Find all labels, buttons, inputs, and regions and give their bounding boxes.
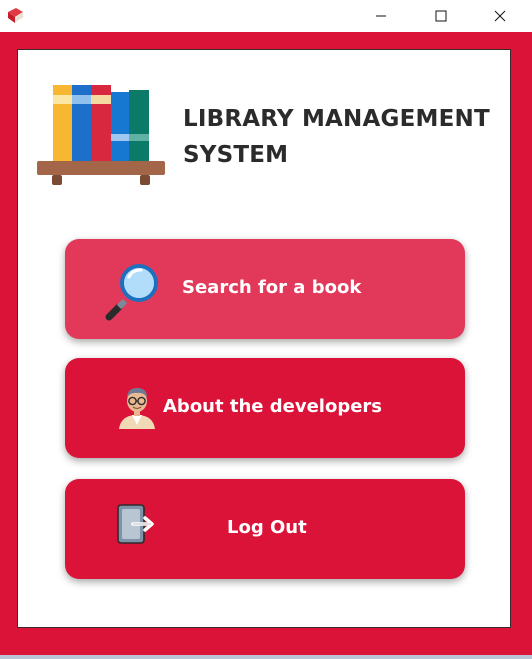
logout-button[interactable]: Log Out: [65, 479, 465, 579]
page-title: LIBRARY MANAGEMENT SYSTEM: [183, 101, 503, 173]
logout-icon: [117, 504, 154, 544]
magnifier-icon: [105, 264, 158, 321]
window-frame: LIBRARY MANAGEMENT SYSTEM Search for a b…: [0, 32, 532, 659]
about-developers-button[interactable]: About the developers: [65, 358, 465, 458]
search-book-label: Search for a book: [182, 277, 362, 298]
close-button[interactable]: [477, 0, 523, 32]
logout-label: Log Out: [227, 517, 307, 538]
minimize-button[interactable]: [358, 0, 404, 32]
main-panel: LIBRARY MANAGEMENT SYSTEM Search for a b…: [17, 49, 511, 628]
title-line-1: LIBRARY MANAGEMENT: [183, 106, 490, 132]
minimize-icon: [376, 15, 386, 17]
book-icon: [8, 8, 24, 23]
about-developers-label: About the developers: [163, 396, 383, 417]
maximize-button[interactable]: [418, 0, 464, 32]
window-titlebar: [0, 0, 532, 32]
developer-avatar-icon: [119, 388, 155, 429]
bookshelf-icon: [37, 85, 165, 185]
title-line-2: SYSTEM: [183, 142, 289, 168]
window-bottom-edge: [0, 655, 532, 659]
search-book-button[interactable]: Search for a book: [65, 239, 465, 339]
maximize-icon: [435, 10, 447, 22]
close-icon: [494, 10, 506, 22]
